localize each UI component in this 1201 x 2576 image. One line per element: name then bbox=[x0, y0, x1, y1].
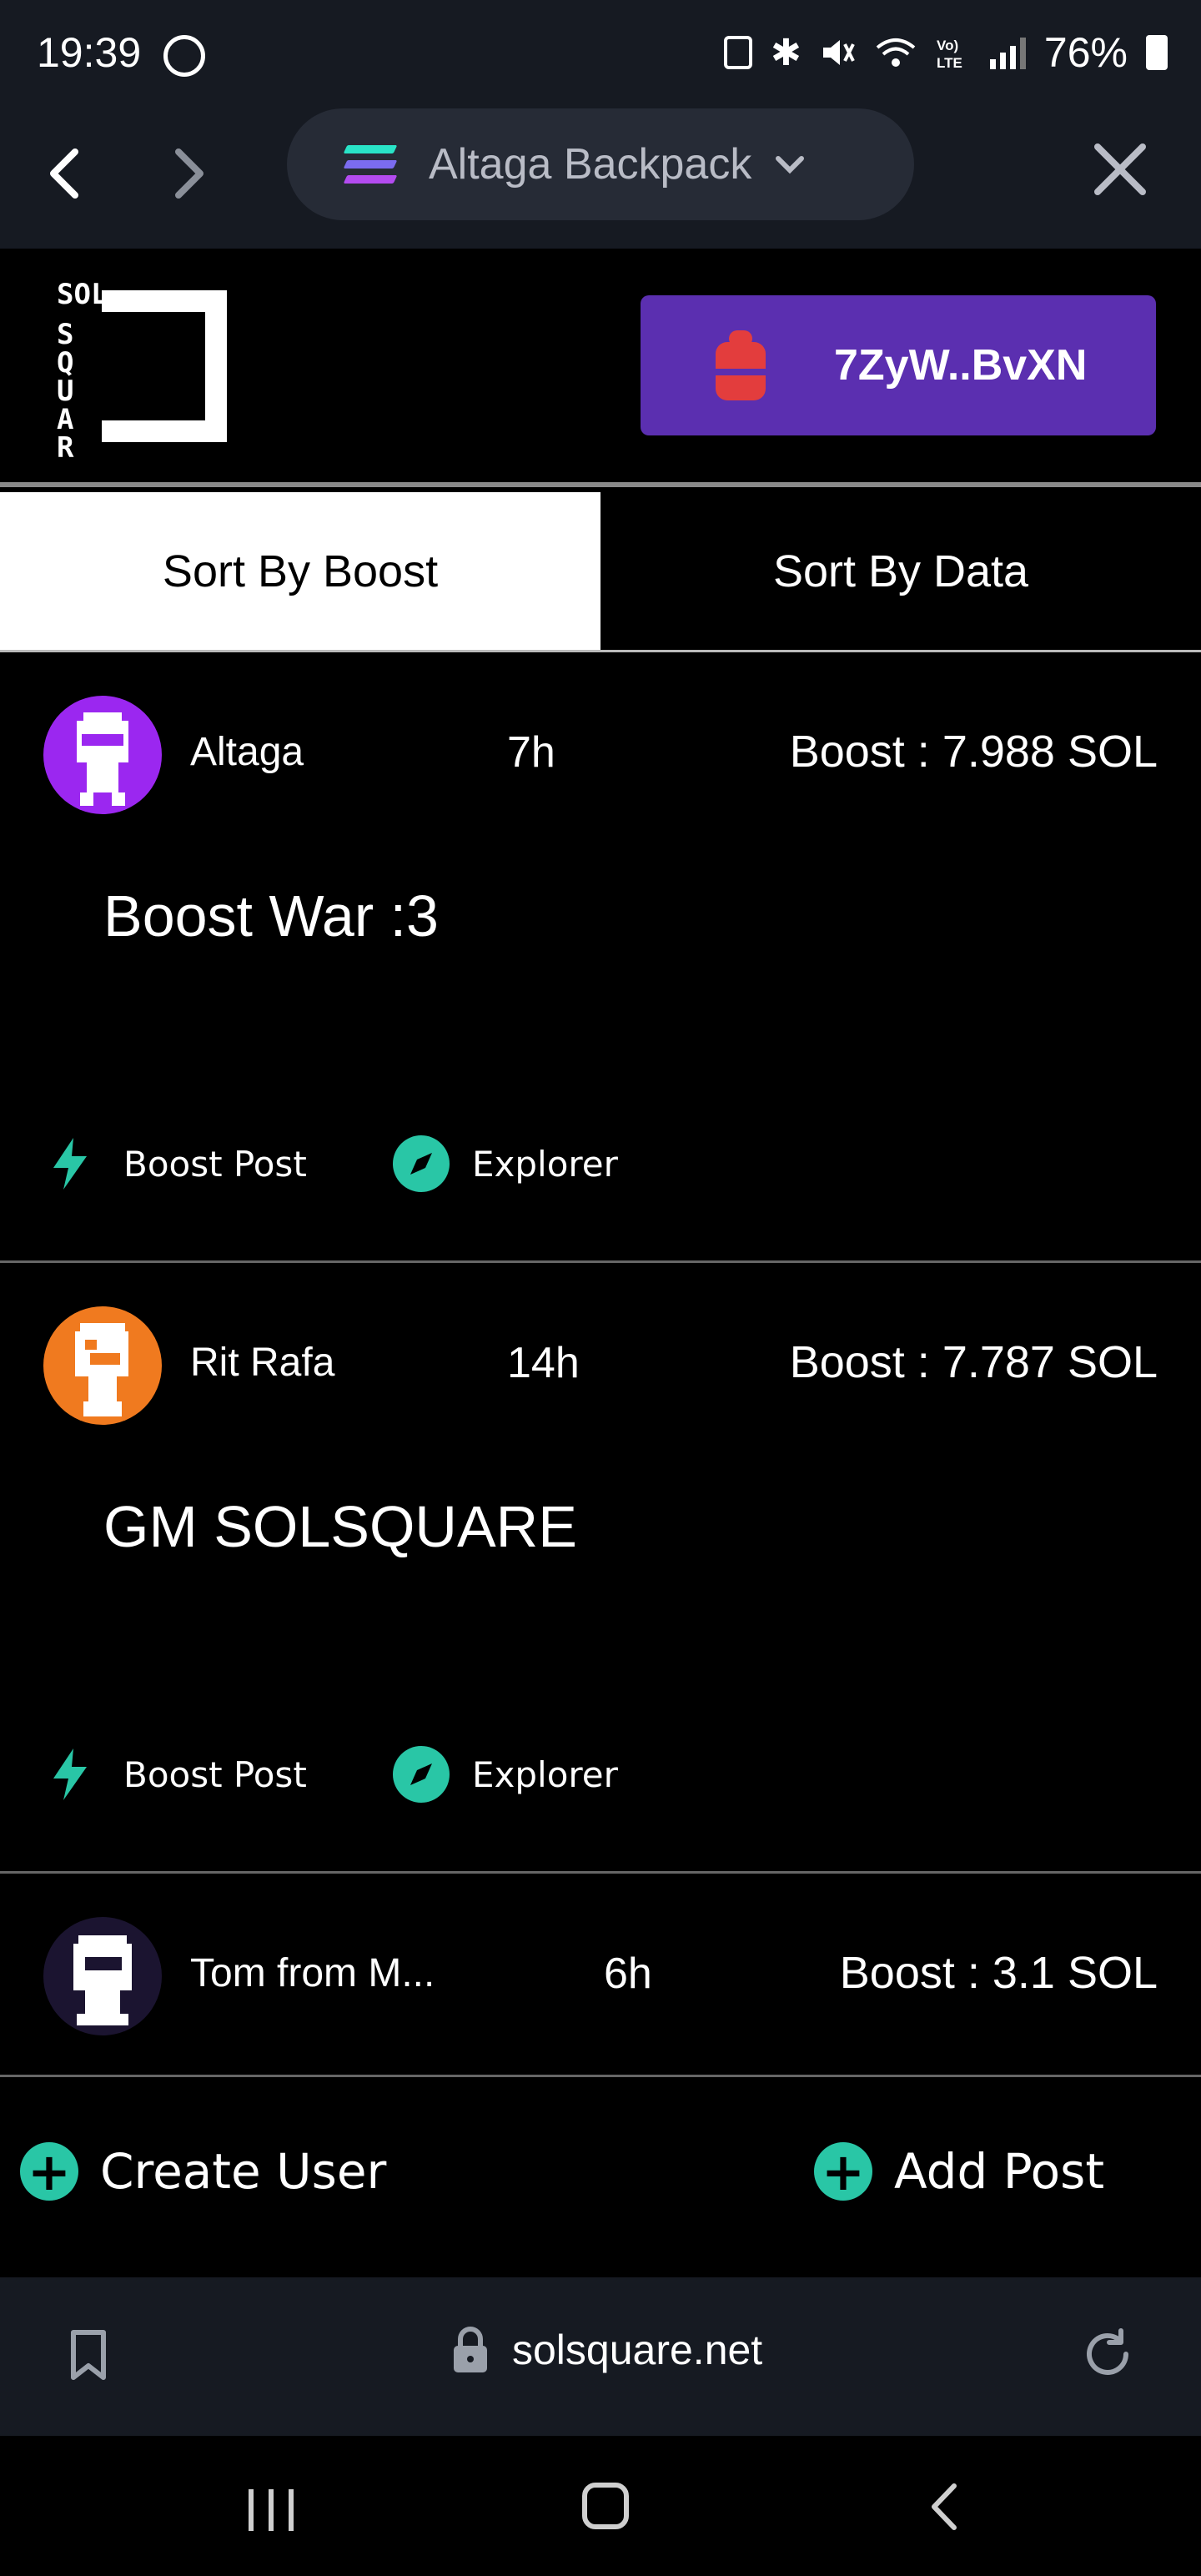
post-card: Rit Rafa 14h Boost : 7.787 SOL GM SOLSQU… bbox=[0, 1263, 1201, 1874]
post-body: Boost War :3 bbox=[103, 883, 439, 948]
battery-icon bbox=[1146, 35, 1168, 70]
wifi-icon bbox=[876, 38, 916, 67]
bookmark-icon[interactable] bbox=[68, 2329, 108, 2381]
tab-title-pill[interactable]: Altaga Backpack bbox=[287, 108, 914, 220]
sort-tabs: Sort By Boost Sort By Data bbox=[0, 492, 1201, 652]
forward-icon[interactable] bbox=[158, 140, 217, 207]
close-icon[interactable] bbox=[1091, 140, 1149, 199]
post-author[interactable]: Rit Rafa bbox=[190, 1340, 334, 1386]
whatsapp-icon bbox=[163, 35, 205, 77]
post-card: Altaga 7h Boost : 7.988 SOL Boost War :3… bbox=[0, 652, 1201, 1263]
mute-icon bbox=[822, 40, 855, 65]
battery-saver-icon bbox=[724, 36, 753, 69]
address-bar[interactable]: solsquare.net bbox=[452, 2326, 762, 2374]
post-body: GM SOLSQUARE bbox=[103, 1494, 577, 1559]
recent-apps-icon[interactable] bbox=[249, 2489, 294, 2531]
svg-text:LTE: LTE bbox=[937, 55, 962, 71]
create-user-button[interactable]: + Create User bbox=[20, 2141, 387, 2202]
avatar[interactable] bbox=[43, 696, 162, 814]
post-card: Tom from M... 6h Boost : 3.1 SOL bbox=[0, 1874, 1201, 2077]
post-author[interactable]: Tom from M... bbox=[190, 1950, 435, 1996]
back-icon[interactable] bbox=[37, 140, 95, 207]
explorer-button[interactable]: Explorer bbox=[392, 1745, 618, 1804]
lock-icon bbox=[454, 2327, 487, 2372]
add-post-label: Add Post bbox=[894, 2143, 1105, 2200]
lightning-icon bbox=[53, 1748, 87, 1800]
post-boost: Boost : 7.988 SOL bbox=[789, 727, 1158, 777]
browser-bottom-bar: solsquare.net bbox=[0, 2277, 1201, 2436]
backpack-icon bbox=[716, 330, 766, 400]
svg-text:SOL: SOL bbox=[57, 278, 108, 311]
back-nav-icon[interactable] bbox=[924, 2479, 964, 2534]
volte-icon: Vo) LTE bbox=[937, 38, 962, 71]
signal-icon bbox=[989, 36, 1026, 69]
tab-sort-by-boost[interactable]: Sort By Boost bbox=[0, 492, 600, 650]
explorer-label: Explorer bbox=[472, 1143, 618, 1185]
avatar[interactable] bbox=[43, 1306, 162, 1425]
tab-title: Altaga Backpack bbox=[429, 140, 752, 189]
plus-icon: + bbox=[814, 2141, 872, 2202]
status-icons: ✱ Vo) LTE 76% bbox=[724, 28, 1168, 77]
boost-post-button[interactable]: Boost Post bbox=[43, 1745, 307, 1804]
post-age: 7h bbox=[507, 728, 555, 777]
battery-percent: 76% bbox=[1043, 29, 1128, 76]
create-user-label: Create User bbox=[100, 2143, 387, 2200]
wallet-address: 7ZyW..BvXN bbox=[834, 341, 1088, 390]
bluetooth-icon: ✱ bbox=[771, 32, 802, 73]
status-time: 19:39 bbox=[37, 29, 142, 76]
compass-icon bbox=[393, 1746, 450, 1803]
lightning-icon bbox=[53, 1138, 87, 1190]
site-header: SOL S Q U A R 7ZyW..BvXN bbox=[0, 249, 1201, 487]
svg-text:R: R bbox=[57, 431, 74, 459]
url-text: solsquare.net bbox=[512, 2327, 763, 2373]
boost-post-label: Boost Post bbox=[123, 1753, 307, 1795]
solsquare-logo[interactable]: SOL S Q U A R bbox=[55, 274, 244, 459]
explorer-label: Explorer bbox=[472, 1753, 618, 1795]
compass-icon bbox=[393, 1135, 450, 1192]
home-icon[interactable] bbox=[582, 2483, 629, 2529]
post-age: 6h bbox=[604, 1950, 652, 1998]
post-boost: Boost : 7.787 SOL bbox=[789, 1337, 1158, 1387]
post-age: 14h bbox=[507, 1339, 580, 1387]
post-author[interactable]: Altaga bbox=[190, 729, 304, 775]
status-bar: 19:39 ✱ Vo) LTE 76% bbox=[0, 0, 1201, 108]
explorer-button[interactable]: Explorer bbox=[392, 1135, 618, 1193]
plus-icon: + bbox=[20, 2141, 78, 2202]
tab-sort-by-data[interactable]: Sort By Data bbox=[600, 492, 1201, 650]
boost-post-label: Boost Post bbox=[123, 1143, 307, 1185]
chevron-down-icon bbox=[776, 156, 805, 174]
wallet-button[interactable]: 7ZyW..BvXN bbox=[641, 295, 1156, 435]
reload-icon[interactable] bbox=[1081, 2327, 1134, 2381]
add-post-button[interactable]: + Add Post bbox=[814, 2141, 1105, 2202]
solana-icon bbox=[343, 145, 398, 184]
svg-text:Vo): Vo) bbox=[937, 38, 958, 53]
boost-post-button[interactable]: Boost Post bbox=[43, 1135, 307, 1193]
android-nav-bar bbox=[0, 2436, 1201, 2576]
bottom-actions: + Create User + Add Post bbox=[0, 2077, 1201, 2277]
post-boost: Boost : 3.1 SOL bbox=[839, 1948, 1158, 1998]
browser-toolbar: Altaga Backpack bbox=[0, 108, 1201, 249]
avatar[interactable] bbox=[43, 1917, 162, 2035]
